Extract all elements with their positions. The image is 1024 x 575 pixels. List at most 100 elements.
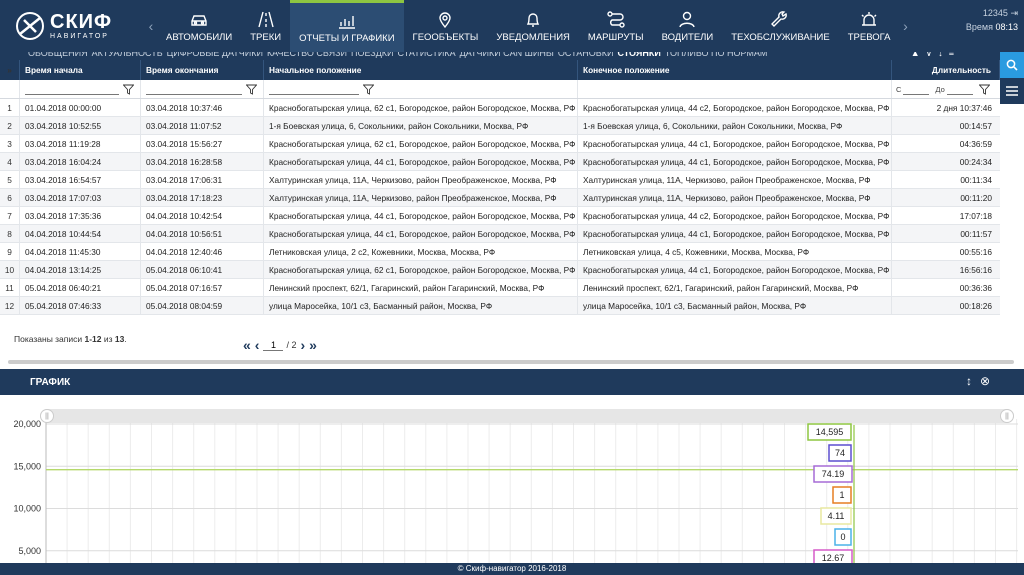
table-row[interactable]: 5 03.04.2018 16:54:57 03.04.2018 17:06:31 Х… <box>0 171 1000 189</box>
table-cell: 03.04.2018 16:04:24 <box>20 153 141 170</box>
table-cell: 05.04.2018 07:16:57 <box>141 279 264 296</box>
map-pin-icon <box>439 11 452 28</box>
table-cell: 03.04.2018 17:35:36 <box>20 207 141 224</box>
download-icon[interactable]: ↓ <box>938 52 949 58</box>
filter-end-time-input[interactable] <box>146 83 242 95</box>
last-page-icon[interactable]: » <box>309 337 317 353</box>
col-start-time[interactable]: Время начала <box>20 60 141 80</box>
table-row[interactable]: 9 04.04.2018 11:45:30 04.04.2018 12:40:46 Л… <box>0 243 1000 261</box>
col-end-location[interactable]: Конечное положение <box>578 60 892 80</box>
tooltip-value: 4.11 <box>828 511 845 521</box>
expand-columns-icon[interactable]: » <box>0 60 20 80</box>
table-cell: 4 <box>0 153 20 170</box>
filter-icon[interactable] <box>978 84 990 95</box>
report-tab-4[interactable]: ПОЕЗДКИ <box>351 52 394 58</box>
footer-copyright: © Скиф-навигатор 2016-2018 <box>0 563 1024 575</box>
table-cell: Халтуринская улица, 11А, Черкизово, райо… <box>264 189 578 206</box>
nav-item-6[interactable]: ВОДИТЕЛИ <box>653 0 723 52</box>
next-page-icon[interactable]: › <box>300 337 305 353</box>
table-cell: Краснобогатырская улица, 44 с1, Богородс… <box>264 207 578 224</box>
table-cell: улица Маросейка, 10/1 с3, Басманный райо… <box>264 297 578 314</box>
report-tab-0[interactable]: ОБОБЩЕНИЯ <box>28 52 88 58</box>
user-id[interactable]: 12345 <box>983 8 1008 18</box>
filter-icon[interactable] <box>363 84 374 95</box>
table-cell: 04.04.2018 10:42:54 <box>141 207 264 224</box>
table-row[interactable]: 6 03.04.2018 17:07:03 03.04.2018 17:18:23 Х… <box>0 189 1000 207</box>
nav-scroll-left-icon[interactable]: ‹ <box>145 0 157 52</box>
table-cell: 04.04.2018 13:14:25 <box>20 261 141 278</box>
page-total: / 2 <box>286 340 297 350</box>
filter-icon[interactable] <box>123 84 134 95</box>
filter-icon[interactable] <box>246 84 257 95</box>
table-cell: Краснобогатырская улица, 44 с1, Богородс… <box>578 225 892 242</box>
col-end-time[interactable]: Время окончания <box>141 60 264 80</box>
table-cell: Краснобогатырская улица, 62 с1, Богородс… <box>264 261 578 278</box>
menu-icon[interactable]: ≡ <box>949 52 960 58</box>
report-tab-6[interactable]: ДАТЧИКИ CAN ШИНЫ <box>460 52 554 58</box>
brand-subtitle: НАВИГАТОР <box>50 33 109 40</box>
report-tab-9[interactable]: ТОПЛИВО ПО НОРМАМ <box>665 52 768 58</box>
table-cell: Летниковская улица, 2 с2, Кожевники, Мос… <box>264 243 578 260</box>
chart-range-slider[interactable]: || || <box>40 409 1014 423</box>
table-row[interactable]: 10 04.04.2018 13:14:25 05.04.2018 06:10:41… <box>0 261 1000 279</box>
report-tab-1[interactable]: АКТУАЛЬНОСТЬ <box>92 52 163 58</box>
table-row[interactable]: 12 05.04.2018 07:46:33 05.04.2018 08:04:59… <box>0 297 1000 315</box>
report-tab-5[interactable]: СТАТИСТИКА <box>398 52 456 58</box>
resize-vertical-icon[interactable]: ↕ <box>966 374 972 388</box>
close-icon[interactable]: ⊗ <box>980 374 990 388</box>
table-body: 1 01.04.2018 00:00:00 03.04.2018 10:37:46 К… <box>0 99 1000 315</box>
table-row[interactable]: 11 05.04.2018 06:40:21 05.04.2018 07:16:57… <box>0 279 1000 297</box>
nav-item-0[interactable]: АВТОМОБИЛИ <box>157 0 241 52</box>
nav-item-8[interactable]: ТРЕВОГА <box>839 0 900 52</box>
table-cell: Краснобогатырская улица, 44 с1, Богородс… <box>264 225 578 242</box>
filter-to-label: До <box>935 84 945 94</box>
table-row[interactable]: 8 04.04.2018 10:44:54 04.04.2018 10:56:51 К… <box>0 225 1000 243</box>
nav-item-5[interactable]: МАРШРУТЫ <box>579 0 653 52</box>
nav-item-label: УВЕДОМЛЕНИЯ <box>496 31 570 43</box>
col-start-location[interactable]: Начальное положение <box>264 60 578 80</box>
brand-logo[interactable]: СКИФ НАВИГАТОР <box>0 0 145 52</box>
filter-clear-icon[interactable]: ⊽ <box>926 52 939 58</box>
table-row[interactable]: 7 03.04.2018 17:35:36 04.04.2018 10:42:54 К… <box>0 207 1000 225</box>
filter-from-label: С <box>896 84 902 94</box>
road-icon <box>257 11 274 27</box>
nav-item-4[interactable]: УВЕДОМЛЕНИЯ <box>487 0 579 52</box>
table-row[interactable]: 2 03.04.2018 10:52:55 03.04.2018 11:07:52 1… <box>0 117 1000 135</box>
col-duration[interactable]: Длительность <box>892 60 1000 80</box>
nav-item-2[interactable]: ОТЧЕТЫ И ГРАФИКИ <box>290 0 404 52</box>
filter-start-location-input[interactable] <box>269 83 359 95</box>
report-tab-8[interactable]: СТОЯНКИ <box>618 52 661 58</box>
report-tab-2[interactable]: ЦИФРОВЫЕ ДАТЧИКИ <box>167 52 263 58</box>
menu-button[interactable] <box>1000 78 1024 104</box>
filter-duration-to-input[interactable] <box>946 83 973 95</box>
table-cell: 8 <box>0 225 20 242</box>
table-row[interactable]: 4 03.04.2018 16:04:24 03.04.2018 16:28:58 К… <box>0 153 1000 171</box>
filter-start-time-input[interactable] <box>25 83 119 95</box>
nav-item-3[interactable]: ГЕООБЪЕКТЫ <box>404 0 488 52</box>
table-cell: Краснобогатырская улица, 44 с2, Богородс… <box>578 99 892 116</box>
table-row[interactable]: 1 01.04.2018 00:00:00 03.04.2018 10:37:46 К… <box>0 99 1000 117</box>
person-icon[interactable]: ▲ <box>911 52 926 58</box>
table-row[interactable]: 3 03.04.2018 11:19:28 03.04.2018 15:56:27 К… <box>0 135 1000 153</box>
nav-item-1[interactable]: ТРЕКИ <box>241 0 290 52</box>
person-icon <box>679 11 696 27</box>
table-cell: 00:14:57 <box>959 120 992 131</box>
report-tab-3[interactable]: КАЧЕСТВО СВЯЗИ <box>267 52 347 58</box>
slider-right-handle[interactable]: || <box>1000 409 1014 423</box>
page-number-input[interactable] <box>263 339 284 351</box>
slider-left-handle[interactable]: || <box>40 409 54 423</box>
nav-scroll-right-icon[interactable]: › <box>899 0 911 52</box>
table-cell: 03.04.2018 17:06:31 <box>141 171 264 188</box>
horizontal-scrollbar[interactable] <box>8 360 1014 364</box>
table-cell: 04.04.2018 10:56:51 <box>141 225 264 242</box>
search-button[interactable] <box>1000 52 1024 78</box>
table-cell: Ленинский проспект, 62/1, Гагаринский, р… <box>264 279 578 296</box>
table-cell: 00:18:26 <box>959 300 992 311</box>
tooltip-value: 1 <box>839 490 844 500</box>
nav-item-7[interactable]: ТЕХОБСЛУЖИВАНИЕ <box>722 0 838 52</box>
report-tab-7[interactable]: ОСТАНОВКИ <box>558 52 614 58</box>
first-page-icon[interactable]: « <box>243 337 251 353</box>
logout-icon[interactable]: ⇥ <box>1010 8 1018 18</box>
filter-duration-from-input[interactable] <box>903 83 930 95</box>
prev-page-icon[interactable]: ‹ <box>255 337 260 353</box>
